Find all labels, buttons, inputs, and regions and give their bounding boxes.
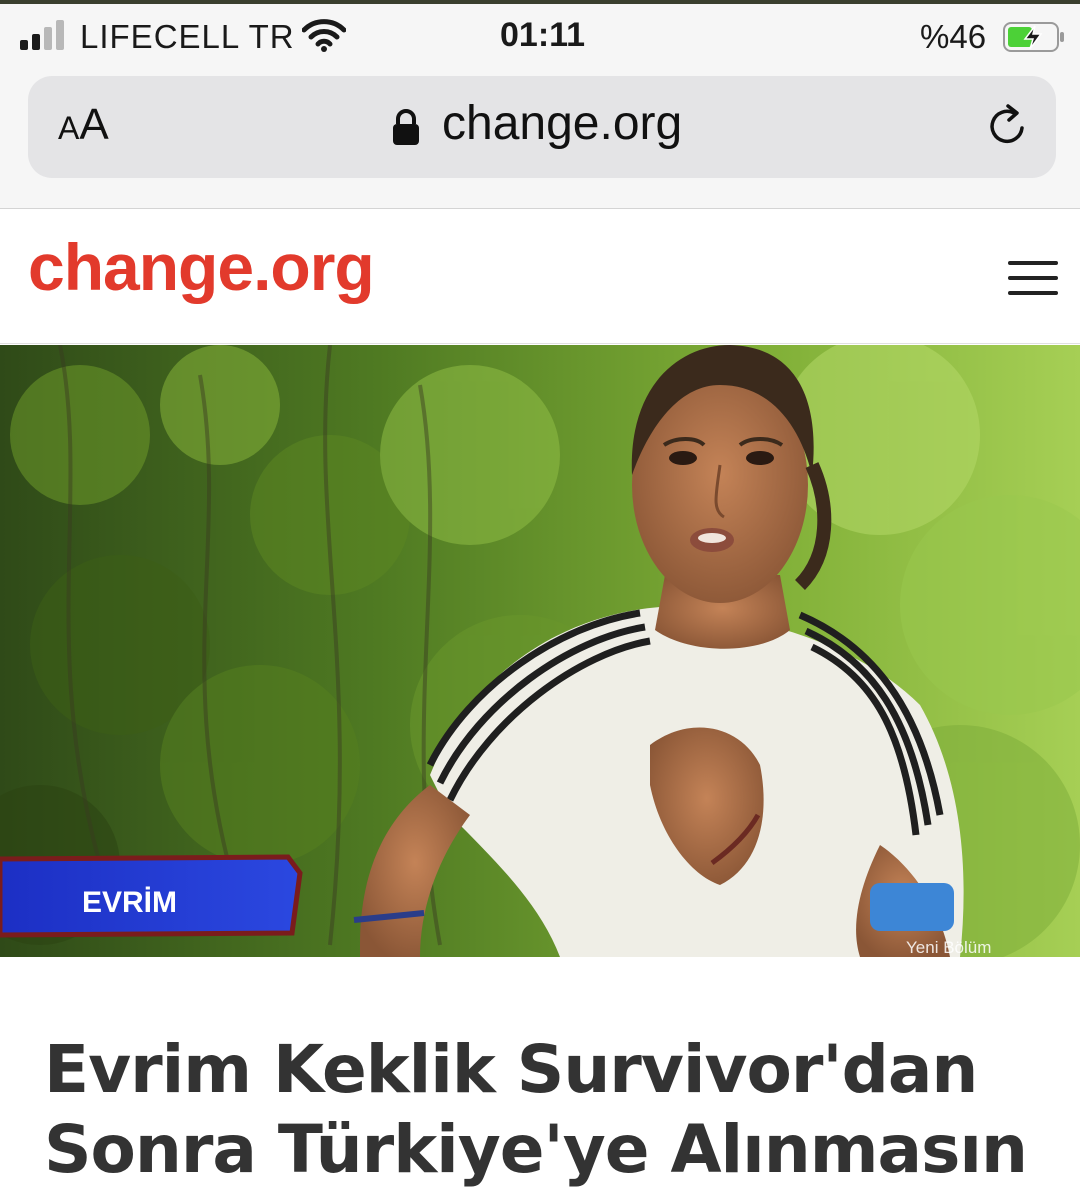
url-domain[interactable]: change.org xyxy=(442,96,682,151)
browser-toolbar: AA change.org xyxy=(0,68,1080,209)
petition-title: Evrim Keklik Survivor'dan Sonra Türkiye'… xyxy=(44,1030,1044,1190)
change-org-logo[interactable]: change.org xyxy=(28,229,375,305)
carrier-name: LIFECELL TR xyxy=(80,18,295,55)
site-header: change.org xyxy=(0,209,1080,344)
watermark-text: Yeni Bölüm xyxy=(906,938,991,957)
lock-icon xyxy=(393,109,419,145)
hamburger-menu-icon[interactable] xyxy=(1008,261,1058,297)
name-banner-text: EVRİM xyxy=(82,886,177,919)
text-size-button[interactable]: AA xyxy=(58,100,109,150)
wifi-icon xyxy=(302,19,346,52)
petition-hero-image: EVRİM Yeni Bölüm xyxy=(0,345,1080,957)
reload-icon[interactable] xyxy=(984,102,1032,150)
petition-title-line-1: Evrim Keklik Survivor'dan xyxy=(44,1031,978,1108)
signal-icon xyxy=(20,20,64,50)
battery-percent: %46 xyxy=(920,18,987,55)
battery-charging-icon xyxy=(1003,22,1064,52)
petition-title-line-2: Sonra Türkiye'ye Alınmasın xyxy=(44,1111,1028,1188)
clock: 01:11 xyxy=(500,16,586,54)
address-bar[interactable]: AA change.org xyxy=(28,76,1056,178)
status-bar: LIFECELL TR 01:11 %46 xyxy=(0,4,1080,68)
